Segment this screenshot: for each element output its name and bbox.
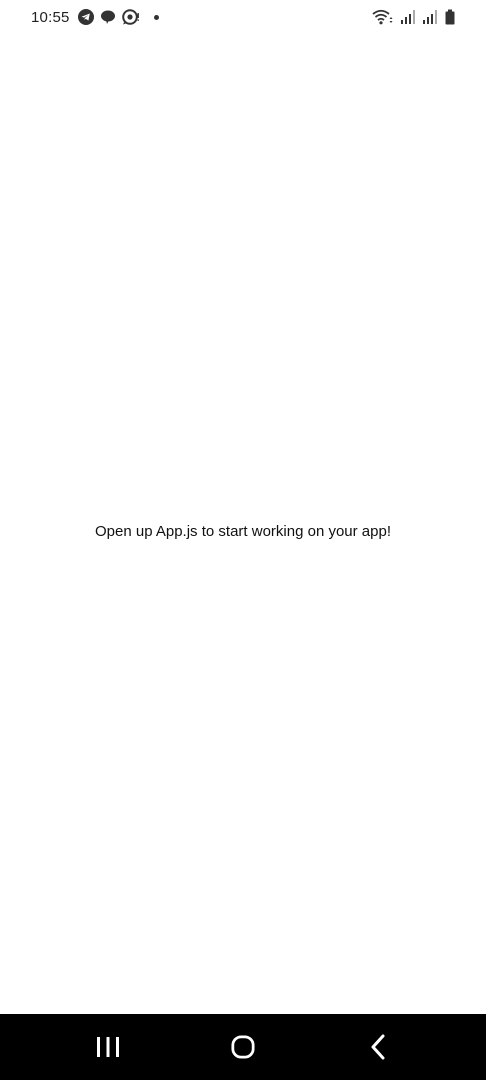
signal-sim2-icon [422, 9, 438, 25]
home-icon [231, 1035, 255, 1059]
back-icon [371, 1034, 385, 1060]
signal-sim1-icon [400, 9, 416, 25]
telegram-icon [77, 9, 94, 25]
app-screen: 10:55 Open up App.js to start working on… [0, 0, 486, 1080]
battery-icon [444, 9, 456, 25]
status-bar: 10:55 [0, 0, 486, 34]
messenger-icon [121, 9, 140, 25]
wifi-icon [372, 9, 394, 25]
navigation-bar [0, 1014, 486, 1080]
recent-apps-button[interactable] [96, 1032, 120, 1062]
chat-bubble-icon [100, 9, 116, 25]
status-time: 10:55 [31, 8, 70, 26]
home-button[interactable] [231, 1032, 255, 1062]
status-bar-right [372, 9, 456, 25]
status-bar-left: 10:55 [31, 9, 159, 26]
app-content: Open up App.js to start working on your … [0, 34, 486, 1014]
welcome-message: Open up App.js to start working on your … [94, 522, 391, 540]
notification-dot-icon [153, 14, 159, 20]
back-button[interactable] [366, 1032, 390, 1062]
recent-apps-icon [97, 1037, 119, 1057]
